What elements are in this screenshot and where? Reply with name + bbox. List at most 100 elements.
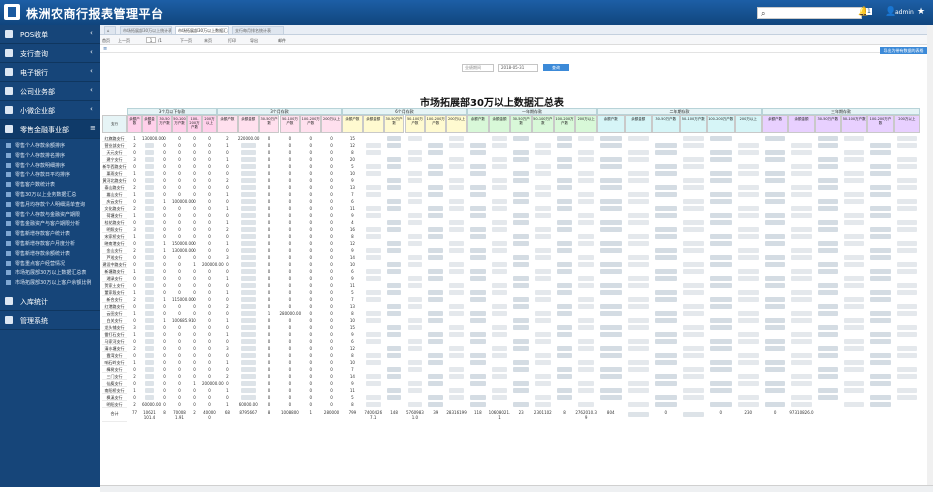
sidebar-item-4[interactable]: 小微企业部 ‹ [0,101,100,120]
search-icon[interactable]: ⌕ [761,9,765,19]
sidebar-subitem-2[interactable]: 零售个人存款明细排序 [0,161,100,170]
redacted-cell [365,395,381,400]
redacted-cell [737,360,759,365]
column-header: 200万以上 [734,115,762,133]
table-cell: 0 [288,332,292,337]
sidebar-item-0[interactable]: POS收单 ‹ [0,25,100,44]
doc-icon [6,143,11,148]
redacted-cell [817,269,838,274]
table-row-label: 明照支行 [102,226,127,233]
export-button[interactable]: 导出 [250,38,258,44]
sidebar-subitem-8[interactable]: 零售金融资产与客户期限分析 [0,219,100,228]
column-header: 50-100万户数 [679,115,707,133]
redacted-cell [407,388,423,393]
home-tab-icon[interactable]: ⌂ [104,26,116,35]
vertical-scrollbar[interactable] [927,25,933,487]
query-button[interactable]: 查询 [543,64,569,71]
redacted-cell [491,374,508,379]
tab-3[interactable]: 支行每月排名统计表 [232,26,284,35]
sidebar-subitem-12[interactable]: 零售重点客户经营情况 [0,259,100,268]
table-cell: 9 [351,276,354,281]
redacted-cell [710,276,732,281]
print-button[interactable]: 打印 [228,38,236,44]
redacted-cell [491,185,508,190]
page-input[interactable]: 1 [146,37,156,43]
table-cell: 0 [309,311,313,316]
table-cell: 0 [163,374,166,379]
sidebar-subitem-label: 市场拓展部30万以上数据汇总表 [15,270,87,277]
sidebar-item2-0[interactable]: 入库统计 [0,292,100,311]
last-page-button[interactable]: 末页 [204,38,212,44]
table-cell: 0 [267,360,271,365]
sidebar-subitem-9[interactable]: 零售新增存款客户统计表 [0,229,100,238]
table-cell: 0 [288,227,292,232]
sidebar-subitem-1[interactable]: 零售个人存款排名排序 [0,151,100,160]
redacted-cell [627,255,649,260]
table-cell: 0 [163,150,166,155]
table-cell: 0 [193,206,196,211]
sidebar-item-3[interactable]: 公司业务部 ‹ [0,82,100,101]
sidebar-subitem-7[interactable]: 零售个人存款与金融资产期限 [0,210,100,219]
redacted-cell [844,367,865,372]
redacted-cell [682,367,704,372]
table-cell: 3 [133,157,136,162]
sidebar-subitem-11[interactable]: 零售新增存款余额统计表 [0,249,100,258]
redacted-cell [535,374,551,379]
redacted-cell [407,297,423,302]
sidebar-subitem-14[interactable]: 市场拓展部30万以上客户余额比例 [0,278,100,287]
redacted-cell [240,220,256,225]
table-cell: 130000.00 [172,248,194,253]
sidebar-subitem-6[interactable]: 零售月均存款个人明细清单查询 [0,200,100,209]
column-header: 余额户数 [127,115,142,133]
table-cell: 0 [178,206,181,211]
horizontal-scrollbar[interactable] [100,485,933,492]
report-title: 市场拓展部30万以上数据汇总表 [420,98,564,109]
redacted-cell [578,234,594,239]
table-row-label: 清水塘支行 [102,345,127,352]
redacted-cell [870,227,891,232]
sidebar-subitem-13[interactable]: 市场拓展部30万以上数据汇总表 [0,268,100,277]
sidebar-item-5[interactable]: 零售金融事业部 ≡ [0,120,100,139]
redacted-cell [449,136,464,141]
user-name[interactable]: admin [895,9,914,16]
export-data-button[interactable]: 导出为带有数据的表格 [880,47,927,54]
sidebar-item-2[interactable]: 电子银行 ‹ [0,63,100,82]
total-cell: 700081.91 [173,410,186,420]
tab-1[interactable]: 市场拓展部30万以上统计表 [120,26,172,35]
redacted-cell [386,311,402,316]
redacted-cell [145,143,154,148]
redacted-cell [513,192,529,197]
date-input[interactable]: 2018-05-31 [498,64,538,72]
table-cell: 0 [163,339,166,344]
sidebar-subitem-10[interactable]: 零售新增存款客户月度分析 [0,239,100,248]
tab-2[interactable]: 市场拓展部30万以上数据汇总表 [175,26,229,35]
redacted-cell [817,374,838,379]
search-input[interactable]: ⌕ [757,7,862,19]
email-button[interactable]: 邮件 [278,38,286,44]
sidebar-subitem-4[interactable]: 零售客户数统计表 [0,180,100,189]
doc-icon [6,250,11,256]
table-row-label: 响石岭支行 [102,359,127,366]
sidebar-item-1[interactable]: 支行查询 ‹ [0,44,100,63]
table-cell: 7 [351,297,354,302]
table-cell: 9 [351,248,354,253]
table-cell: 0 [267,143,271,148]
redacted-cell [407,192,423,197]
sidebar-item2-1[interactable]: 管理系统 [0,311,100,330]
sidebar-subitem-5[interactable]: 零售30万以上业务数据汇总 [0,190,100,199]
favorite-icon[interactable]: ★ [917,7,925,17]
table-cell: 0 [208,255,211,260]
prev-page-button[interactable]: 上一页 [118,38,130,44]
redacted-cell [513,381,529,386]
redacted-cell [655,339,677,344]
next-page-button[interactable]: 下一页 [180,38,192,44]
redacted-cell [145,388,154,393]
redacted-cell [491,325,508,330]
first-page-button[interactable]: 首页 [102,38,110,44]
redacted-cell [365,318,381,323]
redacted-cell [491,206,508,211]
sidebar-subitem-0[interactable]: 零售个人存款余额排序 [0,141,100,150]
table-cell: 0 [193,164,196,169]
sidebar-subitem-3[interactable]: 零售个人存款日平均排序 [0,170,100,179]
redacted-cell [578,157,594,162]
